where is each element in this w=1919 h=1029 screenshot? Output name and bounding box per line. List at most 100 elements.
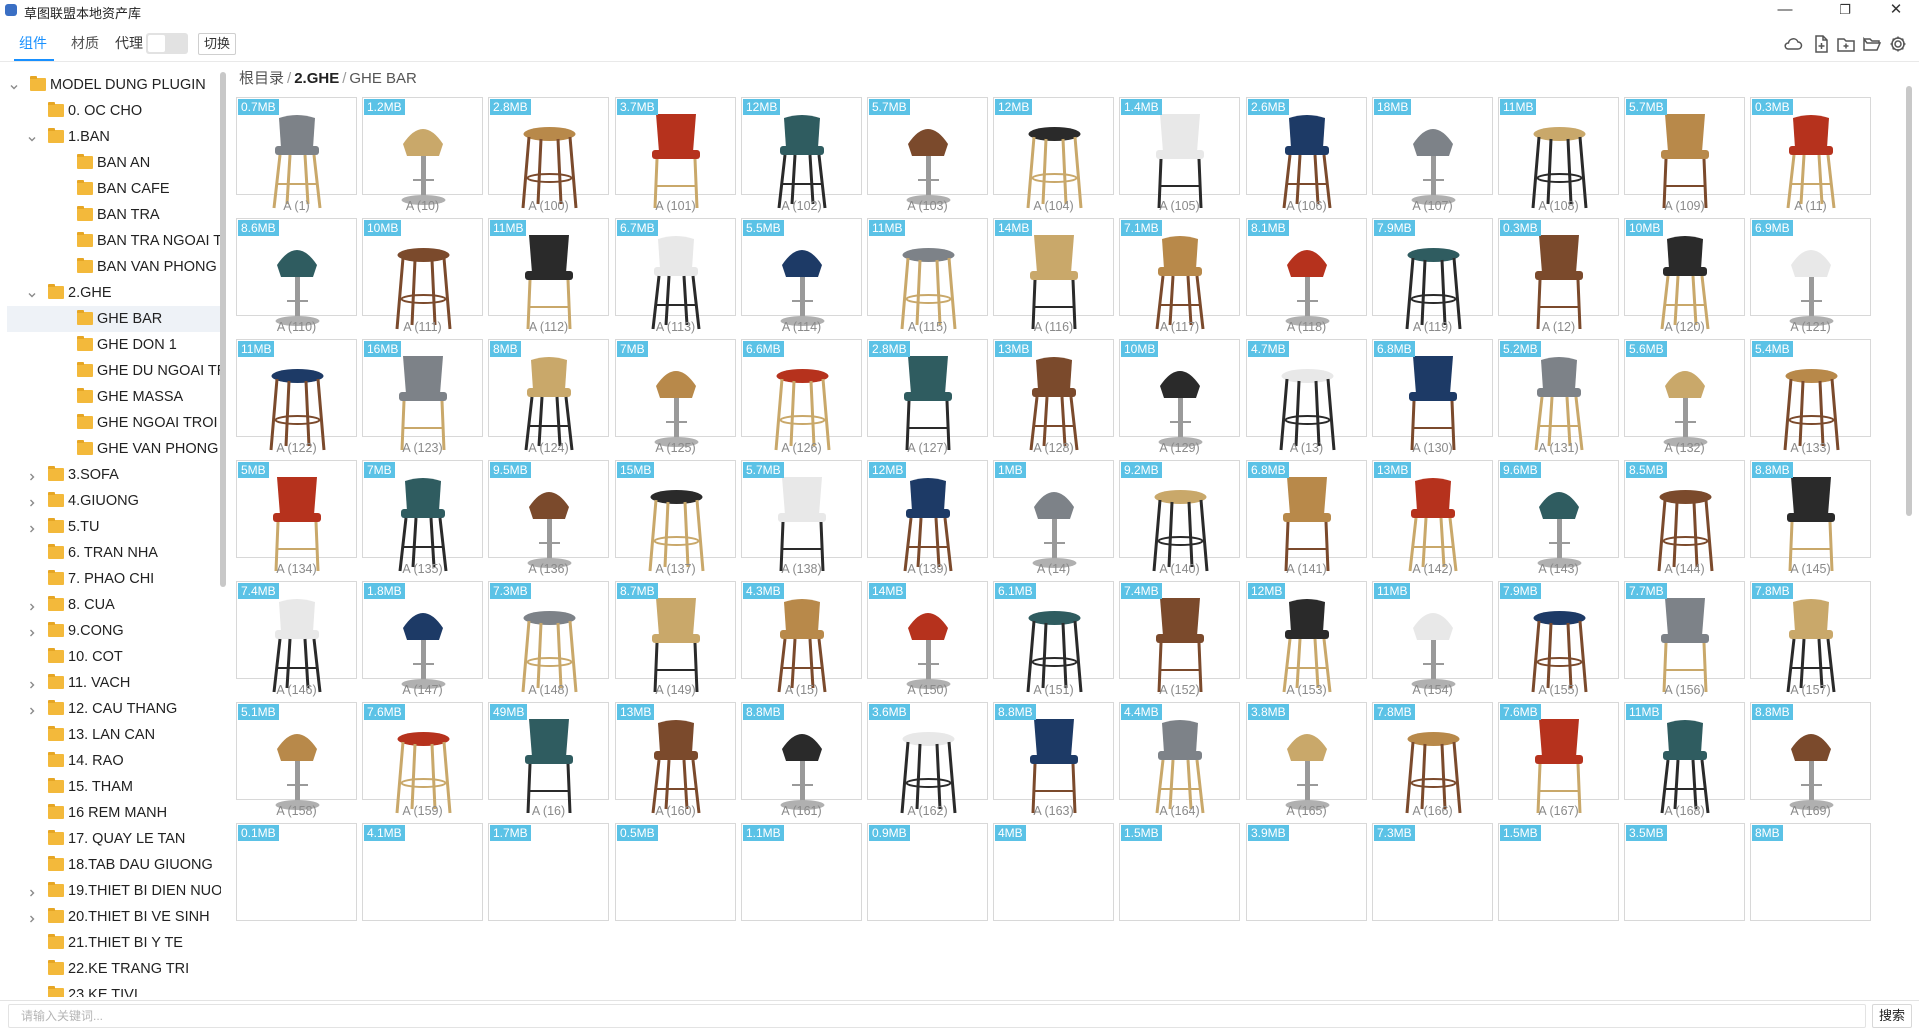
asset-name[interactable]: A (148) [488, 683, 609, 697]
asset-name[interactable]: A (153) [1246, 683, 1367, 697]
tree-item[interactable]: 9.CONG [7, 618, 221, 644]
asset-card[interactable]: 11MB [1624, 702, 1745, 814]
asset-name[interactable]: A (16) [488, 804, 609, 818]
tree-item[interactable]: 18.TAB DAU GIUONG [7, 852, 221, 878]
search-input[interactable] [8, 1004, 1866, 1028]
asset-name[interactable]: A (101) [615, 199, 736, 213]
asset-card[interactable]: 3.9MB [1246, 823, 1367, 921]
tree-item[interactable]: GHE VAN PHONG [7, 436, 221, 462]
tree-item[interactable]: BAN AN [7, 150, 221, 176]
asset-name[interactable]: A (134) [236, 562, 357, 576]
asset-name[interactable]: A (161) [741, 804, 862, 818]
asset-name[interactable]: A (152) [1119, 683, 1240, 697]
asset-card[interactable]: 7.7MB [1624, 581, 1745, 693]
asset-card[interactable]: 8MB [488, 339, 609, 451]
asset-name[interactable]: A (11) [1750, 199, 1871, 213]
proxy-toggle[interactable] [146, 33, 188, 54]
asset-card[interactable]: 7.3MB [1372, 823, 1493, 921]
asset-name[interactable]: A (130) [1372, 441, 1493, 455]
tree-item[interactable]: 12. CAU THANG [7, 696, 221, 722]
settings-icon[interactable] [1888, 34, 1908, 54]
asset-card[interactable]: 10MB [362, 218, 483, 330]
asset-name[interactable]: A (102) [741, 199, 862, 213]
tree-item[interactable]: 1.BAN [7, 124, 221, 150]
asset-card[interactable]: 1.8MB [362, 581, 483, 689]
tree-item[interactable]: 14. RAO [7, 748, 221, 774]
asset-card[interactable]: 9.2MB [1119, 460, 1240, 572]
asset-card[interactable]: 14MB [867, 581, 988, 689]
tree-item[interactable]: 19.THIET BI DIEN NUOC [7, 878, 221, 904]
asset-card[interactable]: 7.8MB [1750, 581, 1871, 693]
asset-name[interactable]: A (132) [1624, 441, 1745, 455]
asset-card[interactable]: 7.6MB [362, 702, 483, 814]
tab-components[interactable]: 组件 [19, 33, 47, 53]
asset-name[interactable]: A (113) [615, 320, 736, 334]
maximize-button[interactable]: ❐ [1822, 0, 1868, 22]
asset-name[interactable]: A (12) [1498, 320, 1619, 334]
asset-name[interactable]: A (104) [993, 199, 1114, 213]
asset-card[interactable]: 0.9MB [867, 823, 988, 921]
asset-card[interactable]: 5MB [236, 460, 357, 572]
tree-item[interactable]: 0. OC CHO [7, 98, 221, 124]
tree-item[interactable]: 22.KE TRANG TRI [7, 956, 221, 982]
chevron-right-icon[interactable] [27, 704, 37, 715]
tree-item[interactable]: 13. LAN CAN [7, 722, 221, 748]
asset-name[interactable]: A (118) [1246, 320, 1367, 334]
asset-name[interactable]: A (167) [1498, 804, 1619, 818]
asset-card[interactable]: 7MB [615, 339, 736, 447]
asset-card[interactable]: 5.5MB [741, 218, 862, 326]
asset-card[interactable]: 4.3MB [741, 581, 862, 693]
asset-card[interactable]: 15MB [615, 460, 736, 572]
asset-card[interactable]: 2.8MB [867, 339, 988, 451]
asset-name[interactable]: A (168) [1624, 804, 1745, 818]
asset-name[interactable]: A (141) [1246, 562, 1367, 576]
asset-name[interactable]: A (120) [1624, 320, 1745, 334]
asset-name[interactable]: A (105) [1119, 199, 1240, 213]
asset-card[interactable]: 1.5MB [1498, 823, 1619, 921]
asset-card[interactable]: 6.1MB [993, 581, 1114, 693]
asset-card[interactable]: 2.6MB [1246, 97, 1367, 209]
asset-card[interactable]: 3.8MB [1246, 702, 1367, 810]
tree-item[interactable]: 20.THIET BI VE SINH [7, 904, 221, 930]
asset-card[interactable]: 11MB [236, 339, 357, 451]
asset-card[interactable]: 5.4MB [1750, 339, 1871, 451]
asset-name[interactable]: A (112) [488, 320, 609, 334]
asset-name[interactable]: A (133) [1750, 441, 1871, 455]
asset-card[interactable]: 49MB [488, 702, 609, 814]
new-file-icon[interactable] [1811, 34, 1831, 54]
asset-card[interactable]: 3.5MB [1624, 823, 1745, 921]
asset-card[interactable]: 8.5MB [1624, 460, 1745, 572]
asset-card[interactable]: 11MB [488, 218, 609, 330]
asset-card[interactable]: 6.8MB [1246, 460, 1367, 572]
asset-name[interactable]: A (114) [741, 320, 862, 334]
chevron-right-icon[interactable] [27, 496, 37, 507]
asset-name[interactable]: A (103) [867, 199, 988, 213]
asset-name[interactable]: A (128) [993, 441, 1114, 455]
asset-name[interactable]: A (110) [236, 320, 357, 334]
asset-card[interactable]: 4.7MB [1246, 339, 1367, 451]
chevron-right-icon[interactable] [27, 600, 37, 611]
asset-card[interactable]: 4MB [993, 823, 1114, 921]
chevron-down-icon[interactable] [27, 288, 37, 298]
tree-item[interactable]: 16 REM MANH [7, 800, 221, 826]
asset-name[interactable]: A (146) [236, 683, 357, 697]
chevron-right-icon[interactable] [27, 522, 37, 533]
asset-card[interactable]: 8.8MB [741, 702, 862, 810]
asset-card[interactable]: 3.7MB [615, 97, 736, 209]
asset-card[interactable]: 4.4MB [1119, 702, 1240, 814]
asset-card[interactable]: 18MB [1372, 97, 1493, 205]
asset-card[interactable]: 1.4MB [1119, 97, 1240, 209]
tree-item[interactable]: 5.TU [7, 514, 221, 540]
tree-item[interactable]: 6. TRAN NHA [7, 540, 221, 566]
asset-name[interactable]: A (162) [867, 804, 988, 818]
asset-name[interactable]: A (160) [615, 804, 736, 818]
asset-card[interactable]: 5.7MB [741, 460, 862, 572]
asset-card[interactable]: 11MB [867, 218, 988, 330]
tree-item[interactable]: 15. THAM [7, 774, 221, 800]
asset-card[interactable]: 7.4MB [236, 581, 357, 693]
asset-card[interactable]: 11MB [1372, 581, 1493, 689]
asset-card[interactable]: 13MB [1372, 460, 1493, 572]
asset-card[interactable]: 5.2MB [1498, 339, 1619, 451]
tree-item[interactable]: BAN VAN PHONG [7, 254, 221, 280]
tree-item[interactable]: 7. PHAO CHI [7, 566, 221, 592]
